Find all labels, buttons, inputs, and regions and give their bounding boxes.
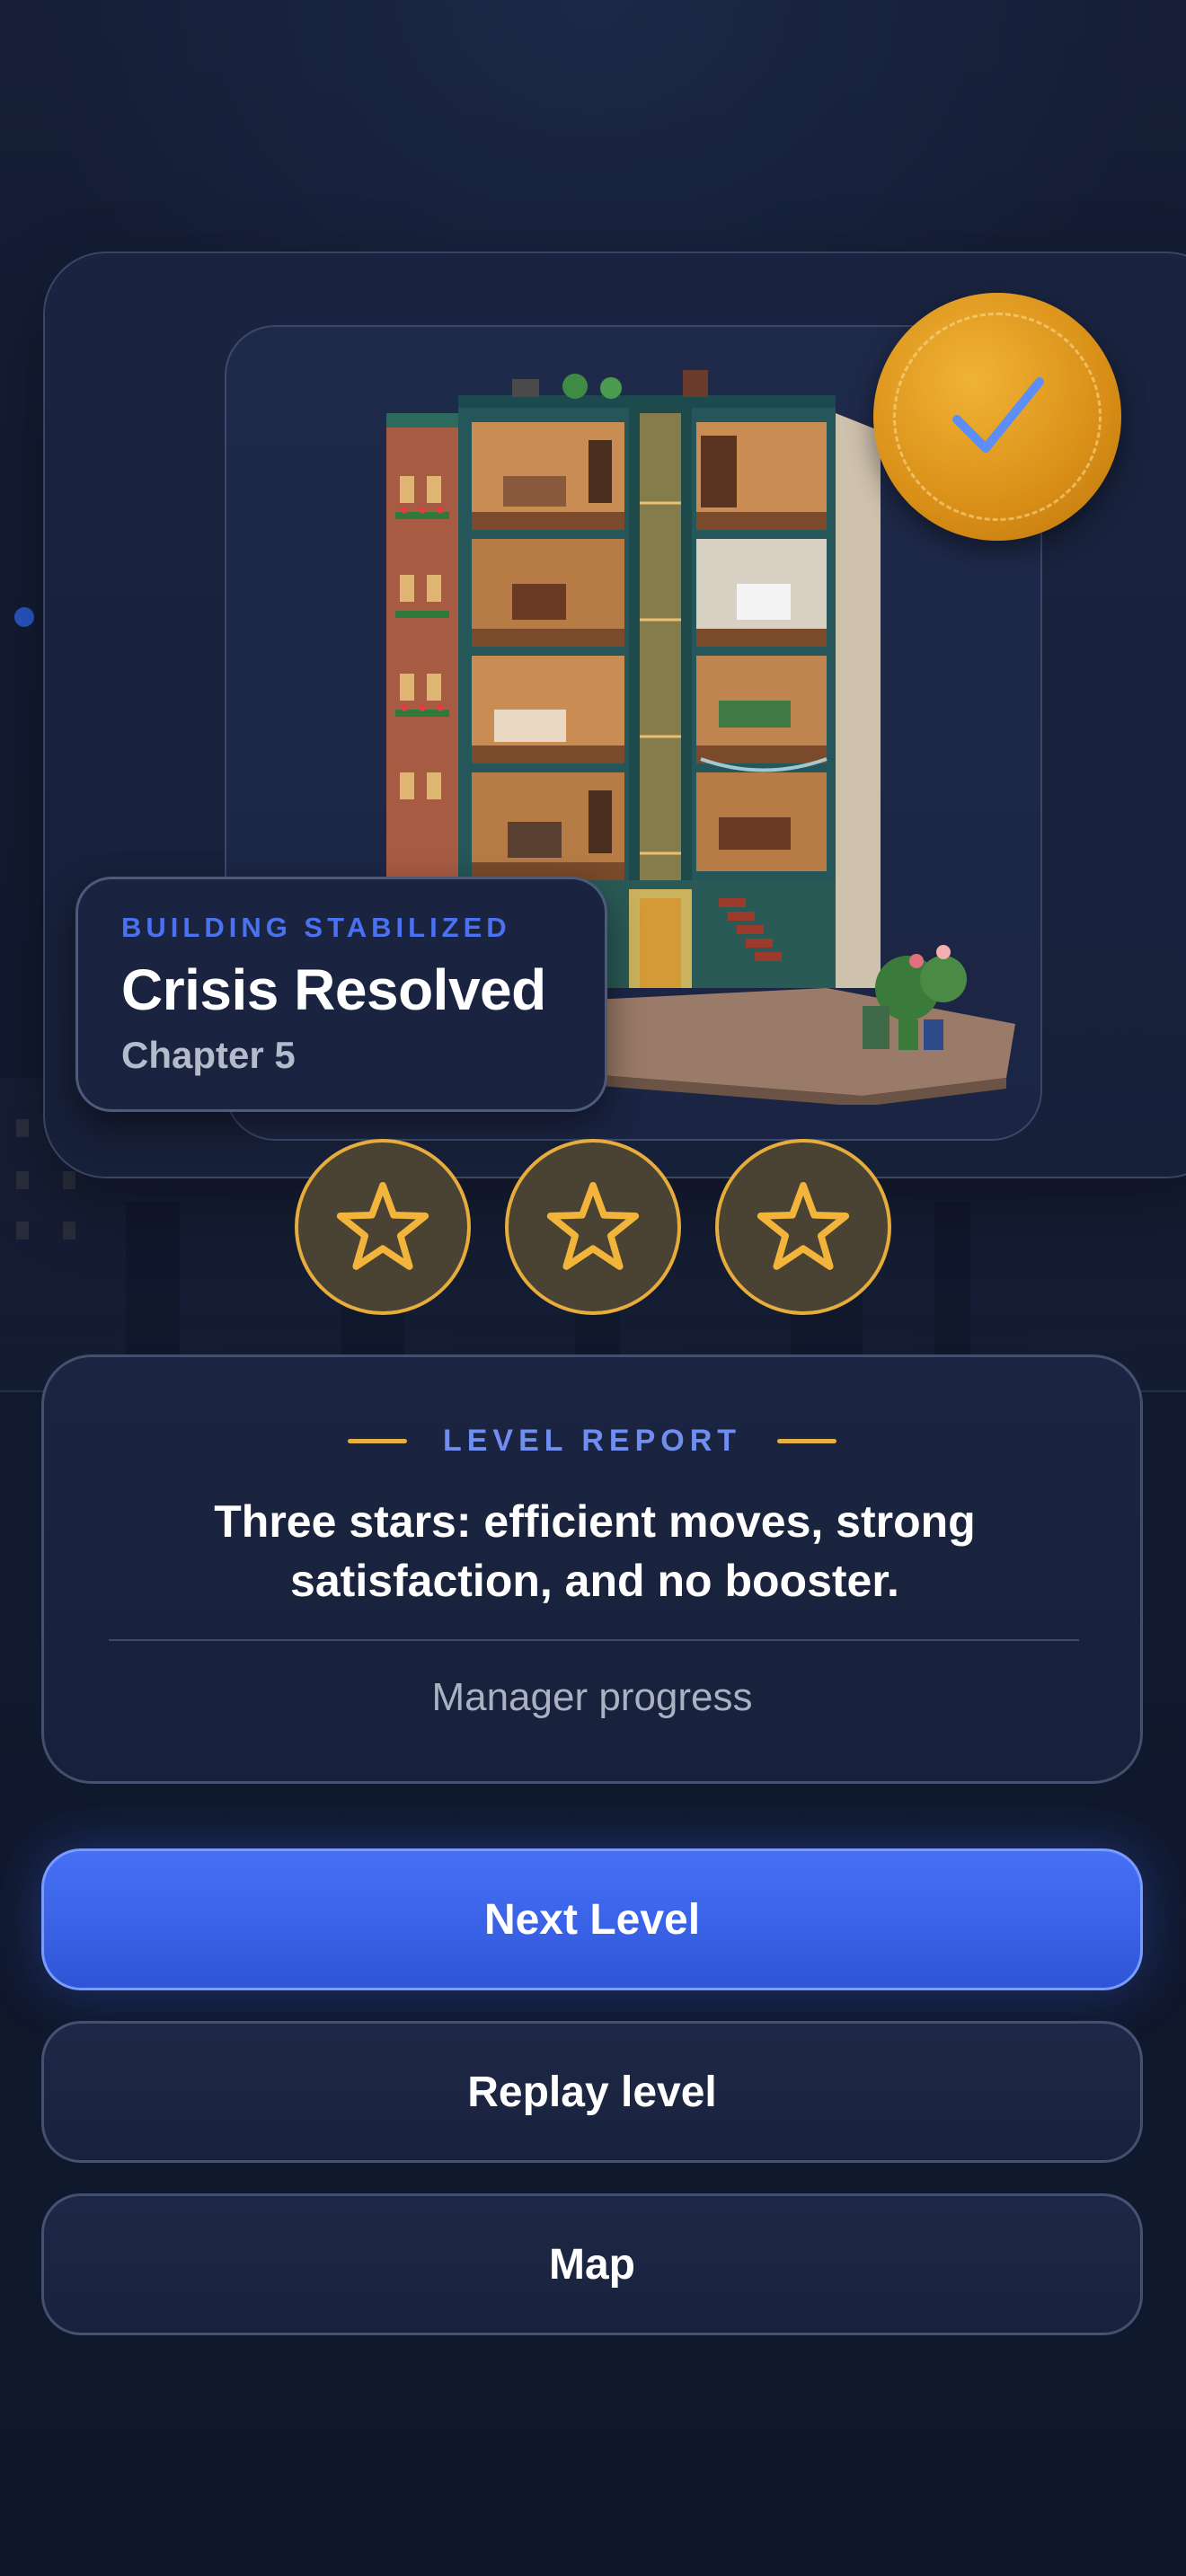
- level-complete-screen: BUILDING STABILIZED Crisis Resolved Chap…: [0, 0, 1186, 2576]
- star-rating-1: [295, 1139, 471, 1315]
- completion-medal: [873, 293, 1121, 541]
- star-icon: [757, 1181, 850, 1270]
- status-eyebrow: BUILDING STABILIZED: [121, 912, 511, 943]
- next-level-button[interactable]: Next Level: [41, 1848, 1143, 1990]
- star-icon: [336, 1181, 429, 1270]
- map-button[interactable]: Map: [41, 2193, 1143, 2335]
- manager-progress-label: Manager progress: [431, 1675, 753, 1719]
- level-title: Crisis Resolved: [121, 957, 546, 1022]
- report-heading-label: LEVEL REPORT: [442, 1424, 742, 1458]
- heading-accent-line: [347, 1439, 407, 1443]
- star-rating-2: [505, 1139, 681, 1315]
- report-divider: [109, 1639, 1079, 1641]
- decorative-dot: [14, 607, 34, 627]
- level-report-card: LEVEL REPORT Three stars: efficient move…: [41, 1354, 1143, 1784]
- replay-level-button[interactable]: Replay level: [41, 2021, 1143, 2163]
- chapter-label: Chapter 5: [121, 1034, 296, 1076]
- star-icon: [546, 1181, 640, 1270]
- star-rating-3: [715, 1139, 891, 1315]
- heading-accent-line: [777, 1439, 837, 1443]
- report-heading: LEVEL REPORT: [44, 1424, 1140, 1459]
- report-summary: Three stars: efficient moves, strong sat…: [214, 1496, 976, 1606]
- checkmark-icon: [952, 377, 1044, 453]
- level-info-card: BUILDING STABILIZED Crisis Resolved Chap…: [75, 877, 607, 1112]
